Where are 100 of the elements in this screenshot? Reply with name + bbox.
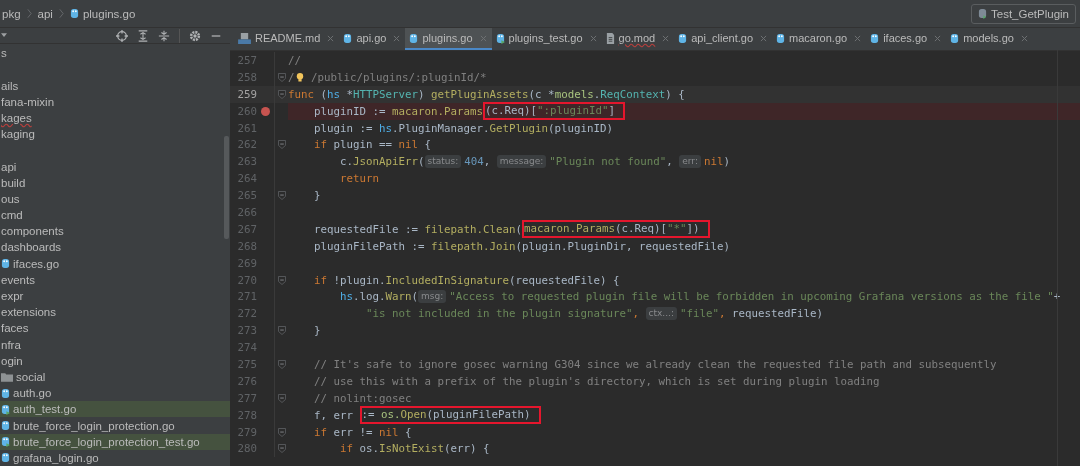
markdown-file-icon bbox=[238, 32, 251, 44]
tree-item[interactable]: kaging bbox=[0, 126, 230, 143]
run-configuration-button[interactable]: Test_GetPlugin bbox=[971, 3, 1076, 24]
editor-tab[interactable]: ifaces.go bbox=[866, 28, 947, 50]
line-number: 258 bbox=[236, 70, 257, 84]
tree-item[interactable]: api bbox=[0, 142, 230, 175]
highlight-box: macaron.Params(c.Req)["*"]) bbox=[522, 220, 710, 239]
line-number: 266 bbox=[236, 205, 257, 219]
code-text: c.JsonApiErr( bbox=[339, 155, 425, 169]
tree-item[interactable]: grafana_login.go bbox=[0, 449, 230, 466]
breakpoint-icon[interactable] bbox=[260, 106, 270, 116]
code-text: if plugin == nil { bbox=[313, 138, 432, 152]
scrollbar[interactable] bbox=[224, 136, 229, 239]
tree-item[interactable]: brute_force_login_protection_test.go bbox=[0, 433, 230, 450]
editor-tab[interactable]: api_client.go bbox=[674, 28, 773, 50]
breadcrumb-item[interactable]: api bbox=[37, 7, 53, 20]
fold-icon[interactable] bbox=[277, 72, 286, 82]
tree-item[interactable]: auth_test.go bbox=[0, 401, 230, 418]
code-text: // nolint:gosec bbox=[313, 391, 412, 405]
breadcrumb-item[interactable]: pkg bbox=[2, 7, 21, 20]
tree-item[interactable]: events bbox=[0, 271, 230, 288]
tree-item[interactable]: cmd bbox=[0, 207, 230, 224]
code-text: // bbox=[288, 53, 301, 67]
tree-item[interactable]: social bbox=[0, 368, 230, 386]
close-icon[interactable] bbox=[1020, 34, 1028, 42]
tree-item[interactable]: components bbox=[0, 223, 230, 240]
line-number: 268 bbox=[236, 239, 257, 253]
parameter-hint: message: bbox=[496, 155, 547, 169]
line-number: 273 bbox=[236, 324, 257, 338]
fold-icon[interactable] bbox=[277, 393, 286, 403]
tree-item[interactable]: ogin bbox=[0, 352, 230, 369]
fold-icon[interactable] bbox=[277, 191, 286, 201]
breadcrumb-item[interactable]: plugins.go bbox=[69, 7, 136, 20]
line-number: 269 bbox=[236, 256, 257, 270]
tree-item[interactable]: ous bbox=[0, 190, 230, 207]
close-icon[interactable] bbox=[760, 34, 768, 42]
line-number: 270 bbox=[236, 273, 257, 287]
code-text: plugin := hs.PluginManager.GetPlugin(pluginID) bbox=[313, 121, 614, 135]
fold-icon[interactable] bbox=[277, 326, 286, 336]
line-number: 278 bbox=[236, 408, 257, 422]
tree-item[interactable]: build bbox=[0, 174, 230, 191]
close-icon[interactable] bbox=[393, 34, 401, 42]
close-icon[interactable] bbox=[327, 34, 335, 42]
line-number: 263 bbox=[236, 155, 257, 169]
code-text: hs.log.Warn( bbox=[339, 290, 419, 304]
gopher-file-icon bbox=[870, 32, 880, 44]
code-text: // use this with a prefix of the plugin's directory, which is set during plugin loading bbox=[313, 374, 880, 388]
code-text: } bbox=[313, 324, 321, 338]
code-text: / bbox=[288, 70, 295, 84]
line-number: 261 bbox=[236, 121, 257, 135]
close-icon[interactable] bbox=[479, 34, 487, 42]
tree-item[interactable]: auth.go bbox=[0, 385, 230, 402]
tree-item[interactable]: nfra bbox=[0, 336, 230, 353]
editor-tab[interactable]: go.mod bbox=[601, 28, 675, 50]
tree-item[interactable]: ails bbox=[0, 61, 230, 94]
close-icon[interactable] bbox=[854, 34, 862, 42]
tree-item[interactable]: fana-mixin bbox=[0, 93, 230, 110]
line-number: 262 bbox=[236, 138, 257, 152]
tree-item[interactable]: expr bbox=[0, 287, 230, 305]
chevron-icon bbox=[26, 8, 32, 19]
settings-icon[interactable] bbox=[189, 29, 201, 42]
tree-item[interactable]: kages bbox=[0, 109, 230, 127]
close-icon[interactable] bbox=[934, 34, 942, 42]
fold-icon[interactable] bbox=[277, 444, 286, 454]
gopher-file-icon bbox=[409, 32, 419, 44]
close-icon[interactable] bbox=[589, 34, 597, 42]
code-text: if os.IsNotExist(err) { bbox=[339, 442, 490, 456]
editor-tab[interactable]: plugins.go bbox=[405, 28, 492, 50]
gopher-test-file-icon bbox=[495, 32, 505, 44]
line-number: 280 bbox=[236, 442, 257, 456]
editor-tab[interactable]: models.go bbox=[946, 28, 1033, 50]
line-number: 264 bbox=[236, 172, 257, 186]
parameter-hint: msg: bbox=[418, 290, 447, 304]
lightbulb-icon[interactable] bbox=[295, 71, 304, 83]
fold-icon[interactable] bbox=[277, 427, 286, 437]
tree-item[interactable]: dashboards bbox=[0, 239, 230, 256]
code-text: if !plugin.IncludedInSignature(requestedFile) { bbox=[313, 273, 620, 287]
tree-item[interactable]: s bbox=[0, 45, 230, 62]
collapse-all-icon[interactable] bbox=[158, 29, 170, 42]
code-text: // It's safe to ignore gosec warning G304 since we already clean the requested file path and subsequently bbox=[313, 357, 997, 371]
dropdown-caret-icon[interactable] bbox=[1, 33, 7, 39]
line-number: 267 bbox=[236, 222, 257, 236]
fold-icon[interactable] bbox=[277, 89, 286, 99]
fold-icon[interactable] bbox=[277, 275, 286, 285]
tree-item[interactable]: brute_force_login_protection.go bbox=[0, 417, 230, 434]
tree-item[interactable]: faces bbox=[0, 320, 230, 337]
expand-all-icon[interactable] bbox=[137, 29, 149, 42]
editor-tab[interactable]: api.go bbox=[339, 28, 406, 50]
close-icon[interactable] bbox=[662, 34, 670, 42]
line-number: 259 bbox=[236, 87, 257, 101]
tree-item[interactable]: ifaces.go bbox=[0, 255, 230, 272]
fold-icon[interactable] bbox=[277, 140, 286, 150]
fold-icon[interactable] bbox=[277, 359, 286, 369]
editor-tab[interactable]: macaron.go bbox=[772, 28, 867, 50]
code-text: func (hs *HTTPServer) getPluginAssets(c *models.ReqContext) { bbox=[288, 87, 685, 101]
tree-item[interactable]: extensions bbox=[0, 304, 230, 321]
editor-tab[interactable]: plugins_test.go bbox=[491, 28, 602, 50]
gopher-file-icon bbox=[776, 32, 786, 44]
editor-tab[interactable]: README.md bbox=[234, 28, 340, 50]
target-icon[interactable] bbox=[116, 29, 128, 42]
